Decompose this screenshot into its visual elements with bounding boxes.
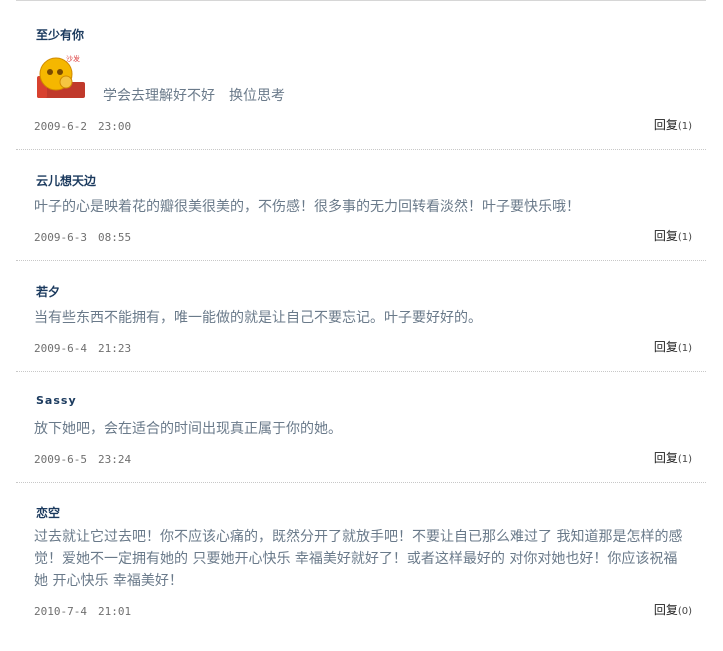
reply-label: 回复	[653, 603, 678, 617]
comment-item: 至少有你 沙发 学会去理解好不好 换位思考 2009-6-2 23:00 回复(…	[16, 0, 706, 150]
comment-body: 过去就让它过去吧！你不应该心痛的，既然分开了就放手吧！不要让自已那么难过了 我知…	[34, 526, 704, 592]
sofa-emoticon-icon: 沙发	[36, 52, 88, 100]
reply-count: (1)	[677, 343, 692, 354]
comment-date: 2009-6-2 23:00	[34, 120, 132, 133]
svg-text:沙发: 沙发	[66, 54, 80, 63]
comment-date: 2010-7-4 21:01	[34, 605, 132, 618]
comment-body: 学会去理解好不好 换位思考	[103, 88, 285, 104]
comment-body: 叶子的心是映着花的瓣很美很美的，不伤感！很多事的无力回转看淡然！叶子要快乐哦！	[34, 199, 580, 215]
comment-author[interactable]: 若夕	[36, 283, 60, 300]
comment-body-line: 她 开心快乐 幸福美好！	[34, 573, 183, 589]
reply-label: 回复	[653, 451, 678, 465]
reply-label: 回复	[653, 229, 678, 243]
comment-body-line: 觉！爱她不一定拥有她的 只要她开心快乐 幸福美好就好了！或者这样最好的 对你对她…	[34, 551, 678, 567]
reply-button[interactable]: 回复(1)	[654, 338, 692, 355]
reply-label: 回复	[653, 118, 678, 132]
comment-author[interactable]: 云儿想天边	[36, 172, 96, 189]
comment-author[interactable]: 恋空	[36, 504, 60, 521]
comment-body: 当有些东西不能拥有，唯一能做的就是让自己不要忘记。叶子要好好的。	[34, 310, 482, 326]
comment-item: Sassy 放下她吧，会在适合的时间出现真正属于你的她。 2009-6-5 23…	[16, 372, 706, 483]
comment-date: 2009-6-4 21:23	[34, 342, 132, 355]
reply-count: (1)	[677, 121, 692, 132]
reply-button[interactable]: 回复(0)	[654, 601, 692, 618]
reply-count: (0)	[677, 606, 692, 617]
reply-button[interactable]: 回复(1)	[654, 116, 692, 133]
comment-body: 放下她吧，会在适合的时间出现真正属于你的她。	[34, 421, 342, 437]
reply-count: (1)	[677, 454, 692, 465]
comment-author[interactable]: Sassy	[36, 394, 77, 407]
reply-button[interactable]: 回复(1)	[654, 449, 692, 466]
reply-button[interactable]: 回复(1)	[654, 227, 692, 244]
comment-item: 若夕 当有些东西不能拥有，唯一能做的就是让自己不要忘记。叶子要好好的。 2009…	[16, 261, 706, 372]
comment-author[interactable]: 至少有你	[36, 26, 84, 43]
comment-item: 云儿想天边 叶子的心是映着花的瓣很美很美的，不伤感！很多事的无力回转看淡然！叶子…	[16, 150, 706, 261]
comment-item: 恋空 过去就让它过去吧！你不应该心痛的，既然分开了就放手吧！不要让自已那么难过了…	[16, 483, 706, 633]
reply-label: 回复	[653, 340, 678, 354]
comment-date: 2009-6-3 08:55	[34, 231, 132, 244]
reply-count: (1)	[677, 232, 692, 243]
comment-body-line: 过去就让它过去吧！你不应该心痛的，既然分开了就放手吧！不要让自已那么难过了 我知…	[34, 529, 683, 545]
comment-date: 2009-6-5 23:24	[34, 453, 132, 466]
